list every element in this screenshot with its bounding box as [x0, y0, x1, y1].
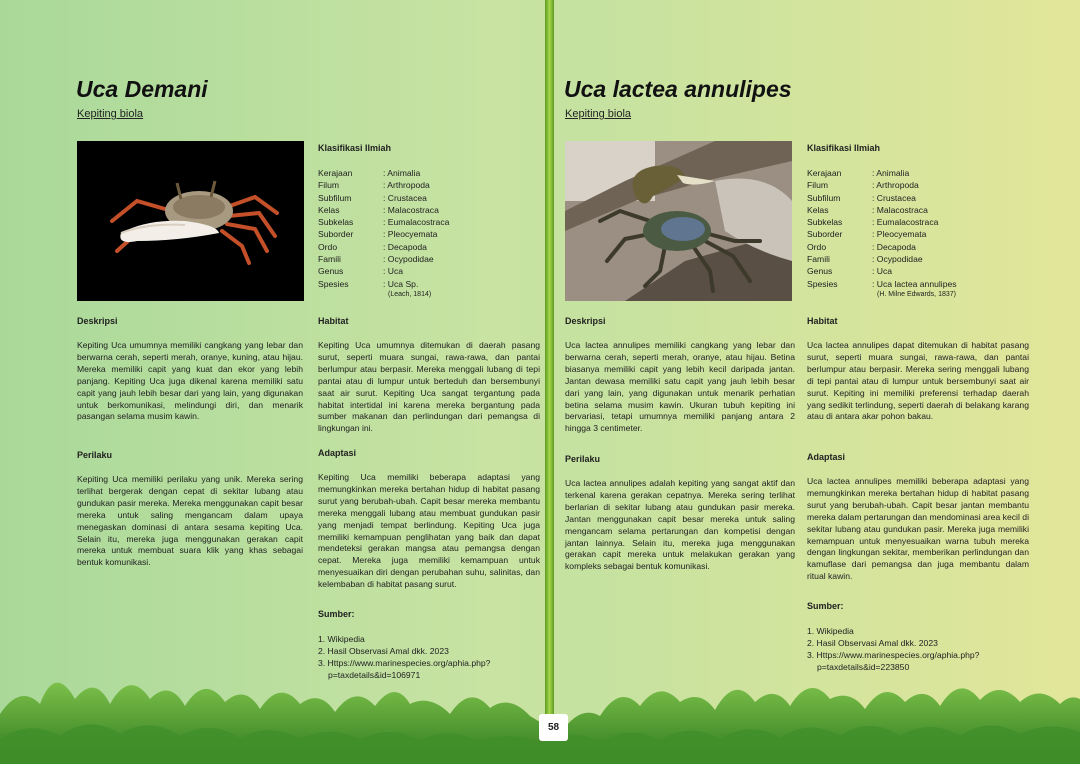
klasifikasi-row: Genus: Uca	[807, 266, 893, 277]
adaptasi-heading: Adaptasi	[807, 452, 846, 462]
klasifikasi-row: Kerajaan: Animalia	[807, 168, 910, 178]
klasifikasi-row: Kerajaan: Animalia	[318, 168, 421, 178]
klasifikasi-heading: Klasifikasi Ilmiah	[807, 143, 881, 153]
sumber-heading: Sumber:	[318, 609, 355, 619]
perilaku-heading: Perilaku	[77, 450, 113, 460]
species-authority: (H. Milne Edwards, 1837)	[877, 290, 956, 298]
klasifikasi-row: Famili: Ocypodidae	[318, 254, 434, 265]
klasifikasi-list: Kerajaan: Animalia Filum: Arthropoda Sub…	[807, 167, 957, 301]
klasifikasi-row: Subfilum: Crustacea	[318, 192, 427, 203]
species-title: Uca lactea annulipes	[564, 76, 792, 102]
species-title: Uca Demani	[76, 76, 208, 102]
klasifikasi-list: Kerajaan: Animalia Filum: Arthropoda Sub…	[318, 167, 449, 301]
adaptasi-text: Kepiting Uca memiliki beberapa adaptasi …	[318, 472, 540, 590]
klasifikasi-heading: Klasifikasi Ilmiah	[318, 143, 392, 153]
perilaku-text: Kepiting Uca memiliki perilaku yang unik…	[77, 474, 303, 568]
deskripsi-text: Kepiting Uca umumnya memiliki cangkang y…	[77, 340, 303, 422]
source-item: 1. Wikipedia	[807, 626, 854, 636]
klasifikasi-row: Genus: Uca	[318, 266, 404, 277]
page-number: 58	[539, 714, 568, 741]
klasifikasi-row: Suborder: Pleocyemata	[807, 229, 927, 240]
habitat-text: Uca lactea annulipes dapat ditemukan di …	[807, 340, 1029, 422]
habitat-heading: Habitat	[318, 316, 349, 326]
klasifikasi-row: Kelas: Malacostraca	[807, 204, 928, 215]
habitat-text: Kepiting Uca umumnya ditemukan di daerah…	[318, 340, 540, 434]
habitat-heading: Habitat	[807, 316, 838, 326]
klasifikasi-row: Ordo: Decapoda	[318, 241, 427, 252]
klasifikasi-row: Subfilum: Crustacea	[807, 192, 916, 203]
klasifikasi-row: Filum: Arthropoda	[318, 180, 430, 191]
common-name-link[interactable]: Kepiting biola	[565, 108, 631, 120]
common-name-link[interactable]: Kepiting biola	[77, 108, 143, 120]
deskripsi-heading: Deskripsi	[77, 316, 118, 326]
klasifikasi-row: Kelas: Malacostraca	[318, 204, 439, 215]
klasifikasi-row: Subkelas: Eumalacostraca	[318, 217, 450, 228]
perilaku-heading: Perilaku	[565, 454, 601, 464]
crab-photo	[565, 141, 792, 301]
grass-decoration	[0, 682, 1080, 764]
klasifikasi-row: Famili: Ocypodidae	[807, 254, 923, 265]
perilaku-text: Uca lactea annulipes adalah kepiting yan…	[565, 478, 795, 572]
species-authority: (Leach, 1814)	[388, 290, 432, 298]
crab-photo	[77, 141, 304, 301]
klasifikasi-row: Subkelas: Eumalacostraca	[807, 217, 939, 228]
adaptasi-text: Uca lactea annulipes memiliki beberapa a…	[807, 476, 1029, 582]
klasifikasi-row: Ordo: Decapoda	[807, 241, 916, 252]
sumber-heading: Sumber:	[807, 601, 844, 611]
deskripsi-text: Uca lactea annulipes memiliki cangkang y…	[565, 340, 795, 434]
deskripsi-heading: Deskripsi	[565, 316, 606, 326]
adaptasi-heading: Adaptasi	[318, 448, 357, 458]
klasifikasi-row: Filum: Arthropoda	[807, 180, 919, 191]
klasifikasi-row: Suborder: Pleocyemata	[318, 229, 438, 240]
